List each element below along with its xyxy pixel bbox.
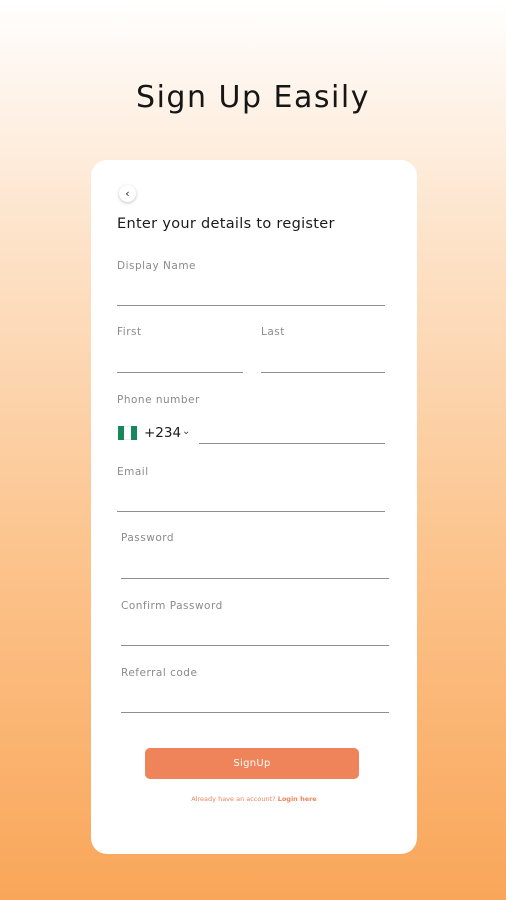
login-link[interactable]: Login here: [278, 795, 317, 803]
chevron-left-icon: ‹: [125, 187, 130, 200]
phone-field[interactable]: [199, 418, 385, 442]
last-name-field[interactable]: [261, 346, 385, 370]
password-label: Password: [121, 532, 175, 544]
display-name-underline: [117, 305, 385, 306]
confirm-password-label: Confirm Password: [121, 600, 223, 612]
country-code[interactable]: +234: [144, 425, 181, 441]
last-name-label: Last: [261, 326, 285, 338]
signup-card: ‹ Enter your details to register Display…: [91, 160, 417, 854]
email-underline: [117, 511, 385, 512]
email-label: Email: [117, 466, 149, 478]
first-name-field[interactable]: [117, 346, 243, 370]
login-prompt: Already have an account? Login here: [91, 795, 417, 803]
back-button[interactable]: ‹: [119, 185, 136, 202]
last-name-underline: [261, 372, 385, 373]
referral-code-label: Referral code: [121, 667, 198, 679]
page-headline: Sign Up Easily: [136, 80, 370, 115]
first-name-label: First: [117, 326, 142, 338]
password-field[interactable]: [121, 552, 389, 576]
signup-button[interactable]: SignUp: [145, 748, 359, 779]
confirm-password-field[interactable]: [121, 620, 389, 644]
login-prompt-text: Already have an account?: [191, 795, 276, 803]
phone-label: Phone number: [117, 394, 200, 406]
chevron-down-icon[interactable]: ⌄: [182, 426, 190, 437]
phone-underline: [199, 443, 385, 444]
display-name-label: Display Name: [117, 260, 197, 272]
display-name-field[interactable]: [117, 280, 385, 304]
email-field[interactable]: [117, 486, 385, 510]
confirm-password-underline: [121, 645, 389, 646]
first-name-underline: [117, 372, 243, 373]
password-underline: [121, 578, 389, 579]
referral-code-field[interactable]: [121, 687, 389, 711]
referral-code-underline: [121, 712, 389, 713]
form-subtitle: Enter your details to register: [117, 216, 335, 232]
nigeria-flag-icon[interactable]: [118, 426, 137, 440]
